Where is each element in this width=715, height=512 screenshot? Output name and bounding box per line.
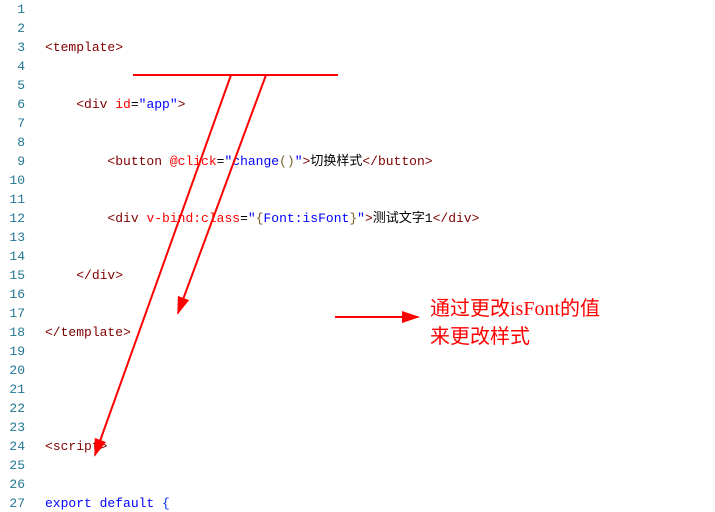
code-line: <div v-bind:class="{Font:isFont}">测试文字1<… bbox=[45, 209, 479, 228]
line-number-gutter: 1 2 3 4 5 6 7 8 9 10 11 12 13 14 15 16 1… bbox=[0, 0, 35, 512]
line-number: 9 bbox=[0, 152, 35, 171]
code-line bbox=[45, 380, 479, 399]
annotation-line: 来更改样式 bbox=[430, 323, 600, 351]
line-number: 27 bbox=[0, 494, 35, 512]
line-number: 20 bbox=[0, 361, 35, 380]
line-number: 26 bbox=[0, 475, 35, 494]
line-number: 2 bbox=[0, 19, 35, 38]
line-number: 8 bbox=[0, 133, 35, 152]
line-number: 11 bbox=[0, 190, 35, 209]
line-number: 10 bbox=[0, 171, 35, 190]
code-line: </div> bbox=[45, 266, 479, 285]
line-number: 21 bbox=[0, 380, 35, 399]
code-line: export default { bbox=[45, 494, 479, 512]
line-number: 6 bbox=[0, 95, 35, 114]
line-number: 18 bbox=[0, 323, 35, 342]
line-number: 14 bbox=[0, 247, 35, 266]
line-number: 19 bbox=[0, 342, 35, 361]
annotation-line: 通过更改isFont的值 bbox=[430, 295, 600, 323]
code-line: </template> bbox=[45, 323, 479, 342]
code-line: <button @click="change()">切换样式</button> bbox=[45, 152, 479, 171]
line-number: 13 bbox=[0, 228, 35, 247]
line-number: 24 bbox=[0, 437, 35, 456]
line-number: 15 bbox=[0, 266, 35, 285]
annotation-text: 通过更改isFont的值 来更改样式 bbox=[430, 295, 600, 351]
line-number: 25 bbox=[0, 456, 35, 475]
line-number: 1 bbox=[0, 0, 35, 19]
code-editor: 1 2 3 4 5 6 7 8 9 10 11 12 13 14 15 16 1… bbox=[0, 0, 715, 512]
line-number: 12 bbox=[0, 209, 35, 228]
line-number: 4 bbox=[0, 57, 35, 76]
line-number: 22 bbox=[0, 399, 35, 418]
line-number: 5 bbox=[0, 76, 35, 95]
code-line: <template> bbox=[45, 38, 479, 57]
line-number: 16 bbox=[0, 285, 35, 304]
line-number: 17 bbox=[0, 304, 35, 323]
line-number: 23 bbox=[0, 418, 35, 437]
line-number: 3 bbox=[0, 38, 35, 57]
line-number: 7 bbox=[0, 114, 35, 133]
code-line: <div id="app"> bbox=[45, 95, 479, 114]
code-line: <script> bbox=[45, 437, 479, 456]
code-area[interactable]: <template> <div id="app"> <button @click… bbox=[45, 0, 479, 512]
